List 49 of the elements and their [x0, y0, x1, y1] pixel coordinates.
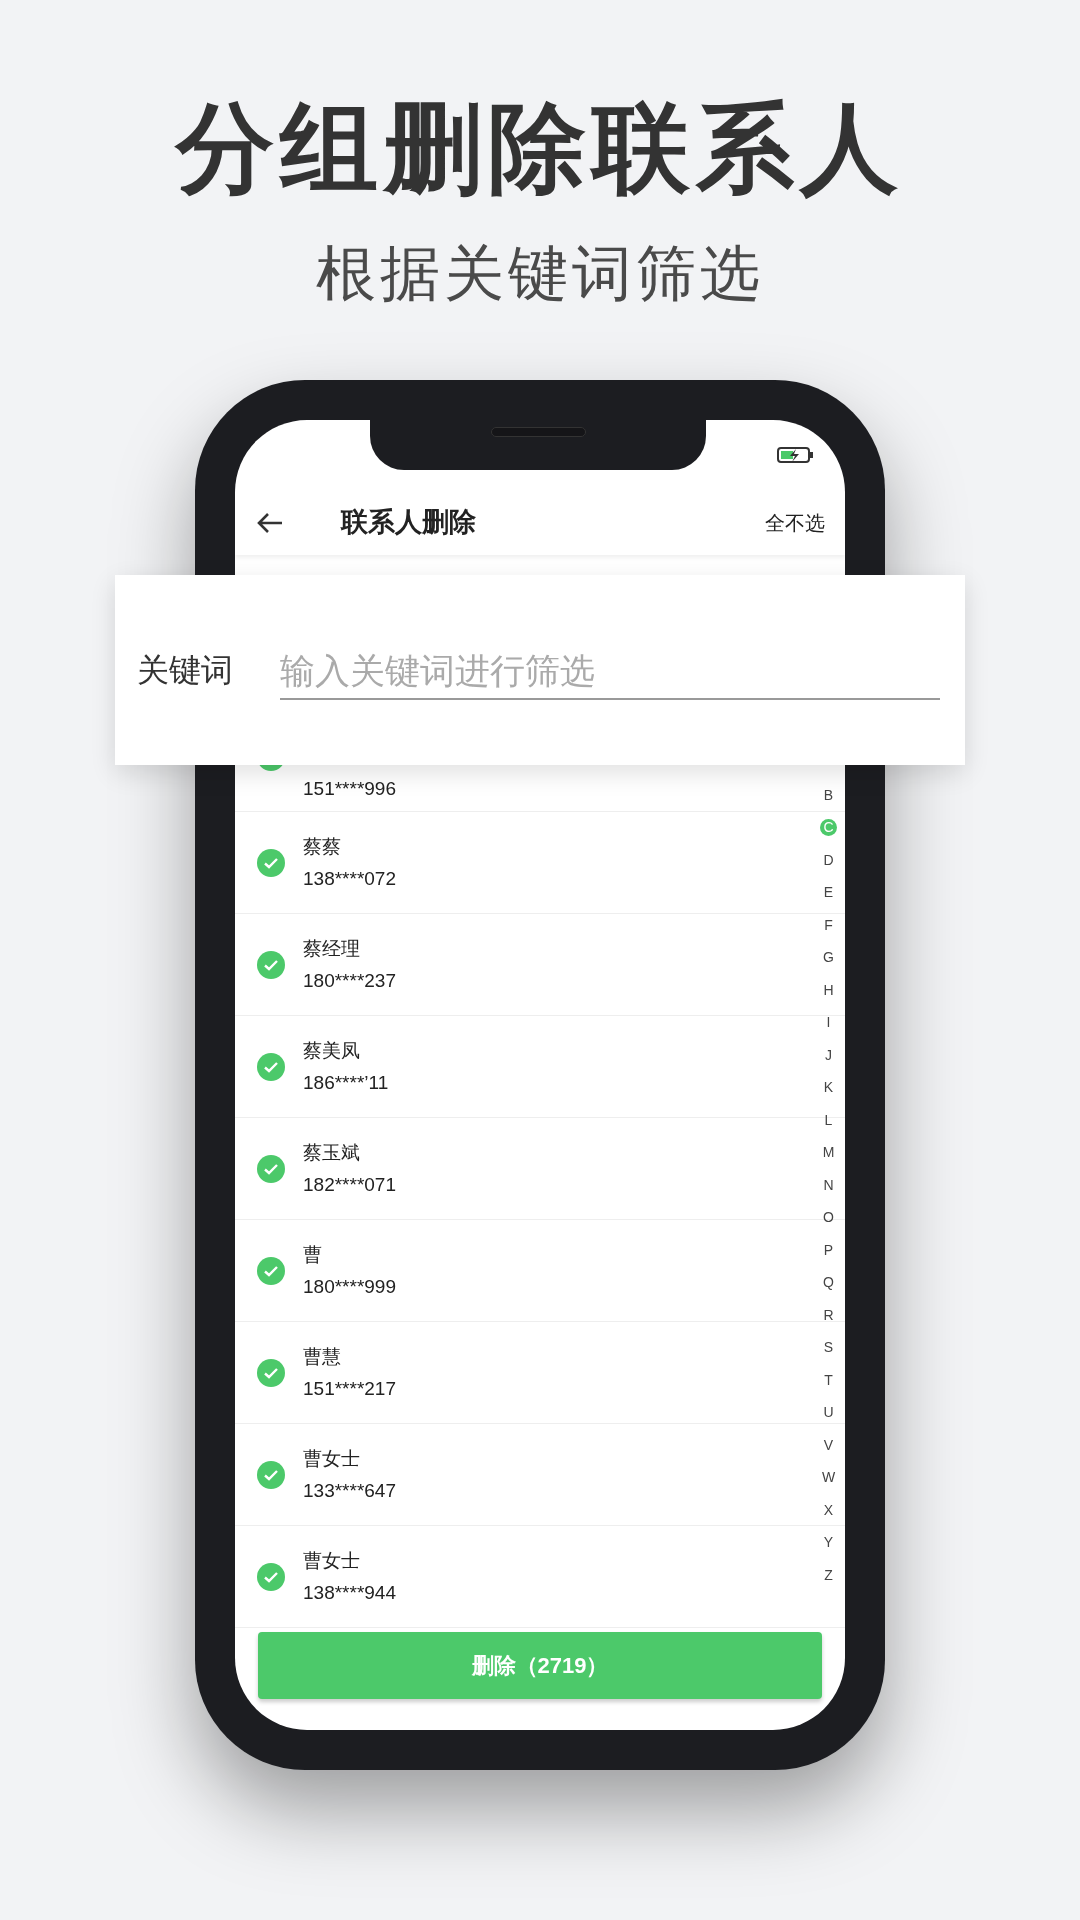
- index-letter[interactable]: Y: [820, 1534, 837, 1552]
- index-letter[interactable]: H: [820, 981, 837, 999]
- keyword-input-field[interactable]: 输入关键词进行筛选: [280, 644, 940, 700]
- screen-title: 联系人删除: [341, 506, 476, 540]
- phone-number: 182****071: [303, 1172, 396, 1197]
- phone-number: 180****999: [303, 1274, 396, 1299]
- keyword-label: 关键词: [137, 651, 234, 690]
- index-letter[interactable]: U: [820, 1404, 837, 1422]
- index-letter[interactable]: P: [820, 1241, 837, 1259]
- deselect-all-button[interactable]: 全不选: [765, 507, 825, 538]
- index-letter[interactable]: W: [820, 1469, 837, 1487]
- index-letter[interactable]: Z: [820, 1566, 837, 1584]
- index-letter[interactable]: D: [820, 851, 837, 869]
- headline: 分组删除联系人: [176, 90, 904, 207]
- index-letter[interactable]: G: [820, 949, 837, 967]
- contact-name: 曹慧: [303, 1344, 342, 1369]
- phone-number: 138****072: [303, 866, 396, 891]
- index-letter[interactable]: J: [820, 1046, 837, 1064]
- contact-name: 蔡美凤: [303, 1038, 361, 1063]
- phone-number: 186****’11: [303, 1070, 389, 1095]
- index-letter[interactable]: Q: [820, 1274, 837, 1292]
- contact-name: 曹: [303, 1242, 323, 1267]
- index-letter[interactable]: T: [820, 1371, 837, 1389]
- contact-name: 曹女士: [303, 1446, 361, 1471]
- battery-icon: [777, 446, 815, 464]
- index-letter[interactable]: S: [820, 1339, 837, 1357]
- subtitle: 根据关键词筛选: [316, 237, 764, 310]
- phone-number: 180****237: [303, 968, 396, 993]
- contact-name: 曹女士: [303, 1548, 361, 1573]
- index-letter[interactable]: R: [820, 1306, 837, 1324]
- contact-name: 蔡蔡: [303, 834, 342, 859]
- index-letter[interactable]: I: [820, 1014, 837, 1032]
- phone-number: 151****996: [303, 777, 396, 801]
- phone-number: 138****944: [303, 1580, 396, 1605]
- index-letter[interactable]: V: [820, 1436, 837, 1454]
- contact-name: 蔡玉斌: [303, 1140, 361, 1165]
- index-letter[interactable]: X: [820, 1501, 837, 1519]
- index-letter[interactable]: O: [820, 1209, 837, 1227]
- phone-number: 151****217: [303, 1376, 396, 1401]
- index-letter[interactable]: M: [820, 1144, 837, 1162]
- index-letter[interactable]: N: [820, 1176, 837, 1194]
- index-letter[interactable]: K: [820, 1079, 837, 1097]
- index-letter[interactable]: E: [820, 884, 837, 902]
- contact-name: 蔡经理: [303, 936, 361, 961]
- index-letter[interactable]: L: [820, 1111, 837, 1129]
- index-letter[interactable]: B: [820, 786, 837, 804]
- index-letter[interactable]: F: [820, 916, 837, 934]
- phone-number: 133****647: [303, 1478, 396, 1503]
- back-arrow-icon[interactable]: [257, 511, 283, 534]
